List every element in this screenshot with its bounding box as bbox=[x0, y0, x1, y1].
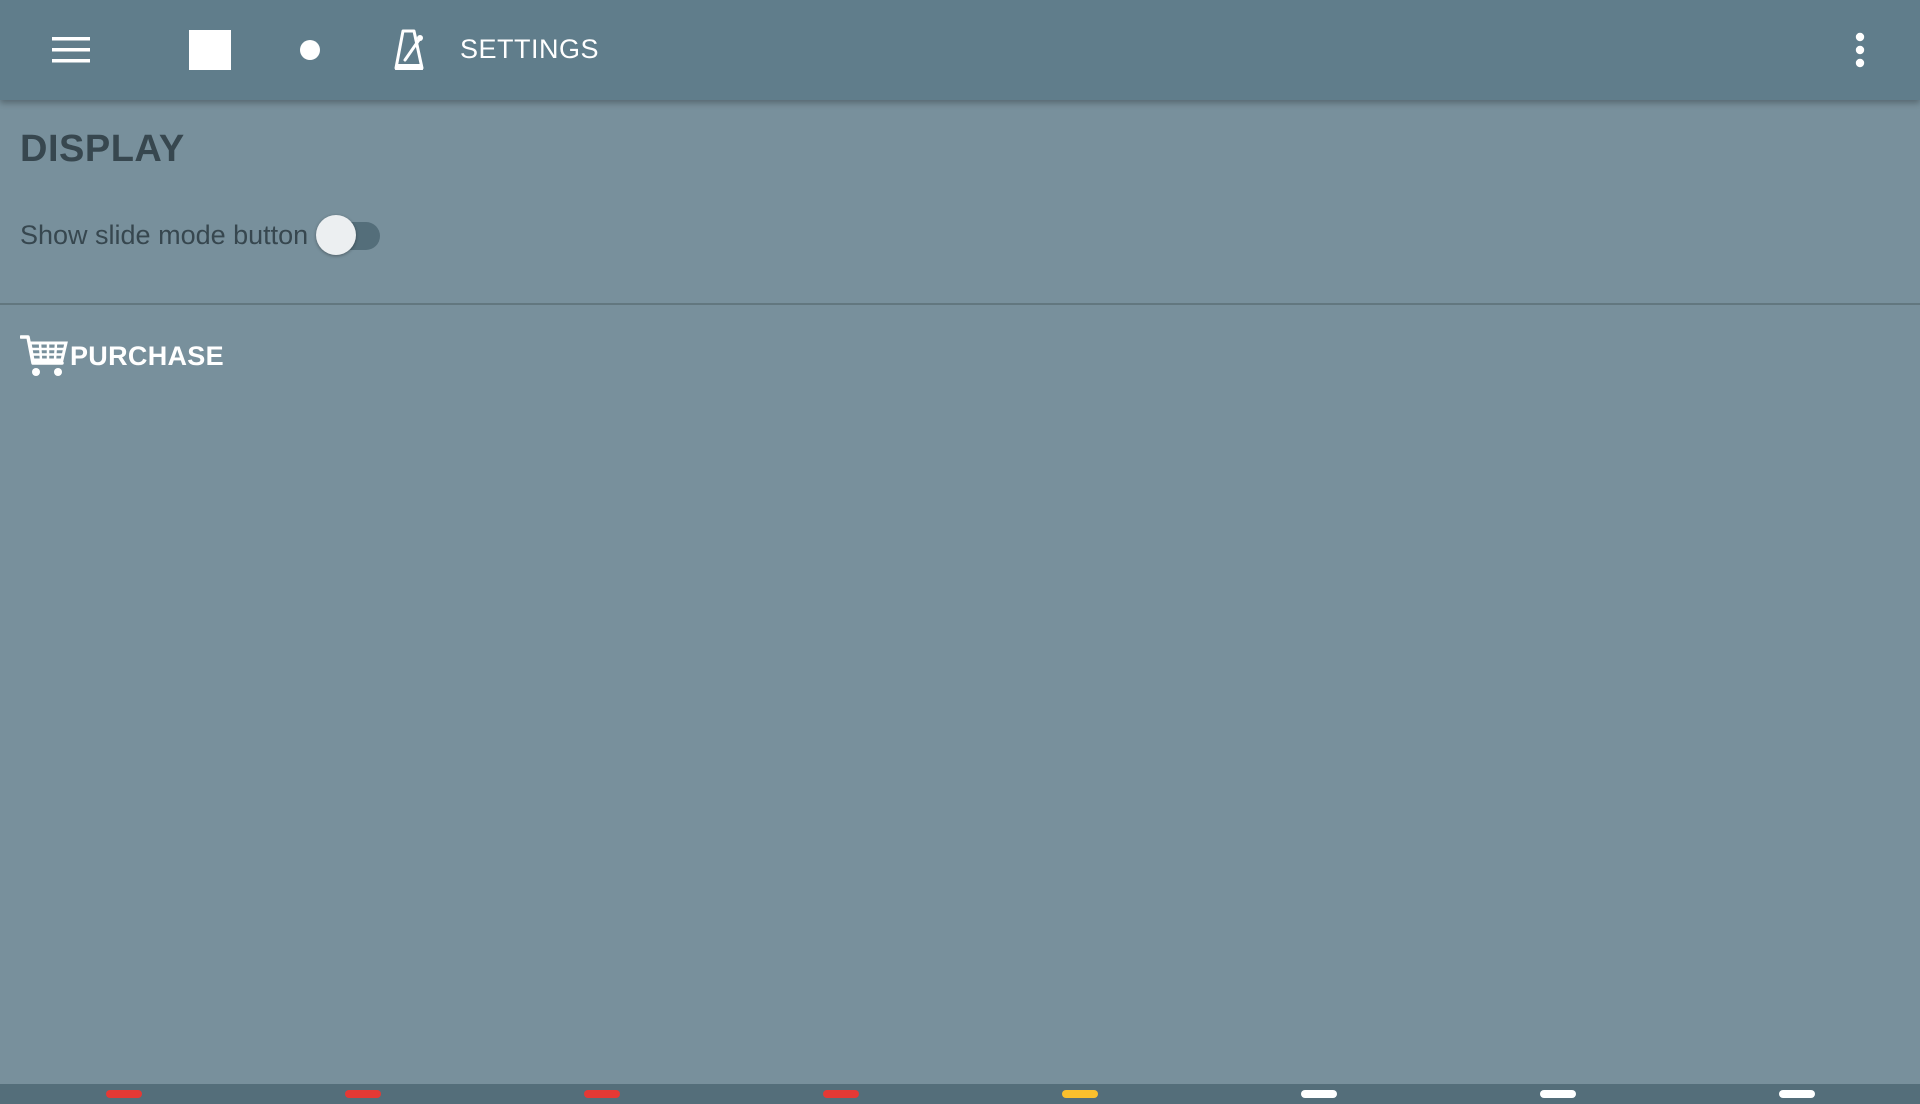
slide-mode-preference[interactable]: Show slide mode button bbox=[20, 212, 384, 258]
purchase-label: PURCHASE bbox=[70, 340, 224, 371]
slide-mode-label: Show slide mode button bbox=[20, 219, 309, 250]
beat-indicator bbox=[1540, 1090, 1576, 1098]
beat-indicator bbox=[584, 1090, 620, 1098]
menu-button[interactable] bbox=[42, 20, 102, 80]
settings-screen: SETTINGS DISPLAY Show slide mode button bbox=[0, 0, 1920, 1104]
toggle-thumb bbox=[316, 215, 357, 255]
beat-indicator bbox=[345, 1090, 381, 1098]
beat-indicator bbox=[1062, 1090, 1098, 1098]
purchase-button[interactable]: PURCHASE bbox=[20, 332, 224, 380]
metronome-button[interactable] bbox=[384, 20, 436, 80]
stop-icon bbox=[189, 30, 231, 70]
beat-indicator bbox=[1779, 1090, 1815, 1098]
more-vert-icon bbox=[1855, 32, 1865, 68]
overflow-menu-button[interactable] bbox=[1834, 20, 1886, 80]
slide-mode-toggle[interactable] bbox=[316, 212, 384, 258]
metronome-icon bbox=[394, 29, 424, 70]
record-icon bbox=[300, 40, 320, 60]
shopping-cart-icon bbox=[20, 335, 68, 376]
app-toolbar: SETTINGS bbox=[0, 0, 1920, 100]
beat-indicator bbox=[106, 1090, 142, 1098]
toolbar-title: SETTINGS bbox=[460, 34, 600, 64]
record-button[interactable] bbox=[284, 20, 336, 80]
beat-indicator bbox=[823, 1090, 859, 1098]
display-section-title: DISPLAY bbox=[20, 128, 185, 170]
menu-icon bbox=[52, 37, 90, 63]
section-divider bbox=[0, 303, 1920, 305]
beat-indicator bbox=[1301, 1090, 1337, 1098]
beat-indicator-bar bbox=[0, 1084, 1920, 1104]
stop-button[interactable] bbox=[182, 20, 238, 80]
